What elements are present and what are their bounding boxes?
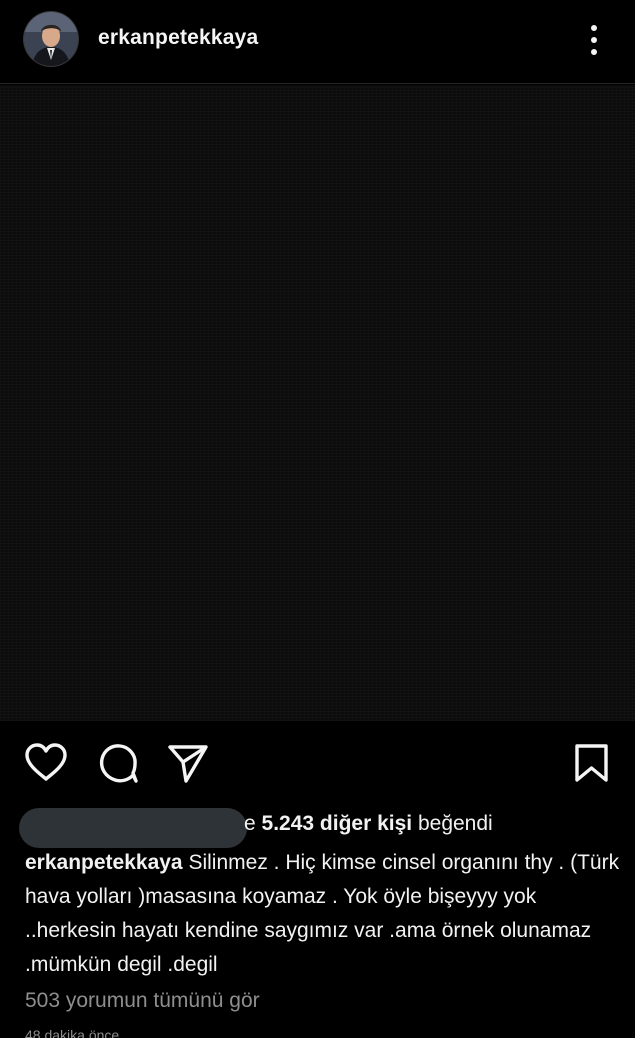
share-button[interactable] <box>166 742 210 784</box>
post-image[interactable] <box>0 85 635 721</box>
likes-summary[interactable]: e 5.243 diğer kişi beğendi <box>0 806 635 848</box>
view-all-comments-link[interactable]: 503 yorumun tümünü gör <box>25 989 260 1013</box>
post-timestamp: 48 dakika önce <box>25 1027 120 1038</box>
paper-plane-icon <box>168 745 208 783</box>
likes-prefix-fragment: e <box>244 812 256 835</box>
likes-text: e 5.243 diğer kişi beğendi <box>244 812 493 836</box>
post-caption: erkanpetekkaya Silinmez . Hiç kimse cins… <box>25 846 621 982</box>
action-bar <box>0 736 635 788</box>
likes-count[interactable]: 5.243 diğer kişi <box>262 812 413 835</box>
redacted-name-overlay <box>19 808 247 848</box>
comment-bubble-icon <box>99 744 138 783</box>
save-button[interactable] <box>570 742 614 784</box>
header-username[interactable]: erkanpetekkaya <box>98 26 258 50</box>
more-options-button[interactable] <box>578 20 610 60</box>
caption-username[interactable]: erkanpetekkaya <box>25 851 183 874</box>
vertical-dots-icon <box>591 25 597 55</box>
bookmark-icon <box>575 744 608 782</box>
heart-icon <box>25 743 67 781</box>
like-button[interactable] <box>24 742 68 784</box>
comment-button[interactable] <box>96 742 140 784</box>
likes-suffix: beğendi <box>417 812 493 835</box>
post-header: erkanpetekkaya <box>0 0 635 84</box>
profile-photo-icon <box>24 12 78 66</box>
avatar[interactable] <box>24 12 78 66</box>
